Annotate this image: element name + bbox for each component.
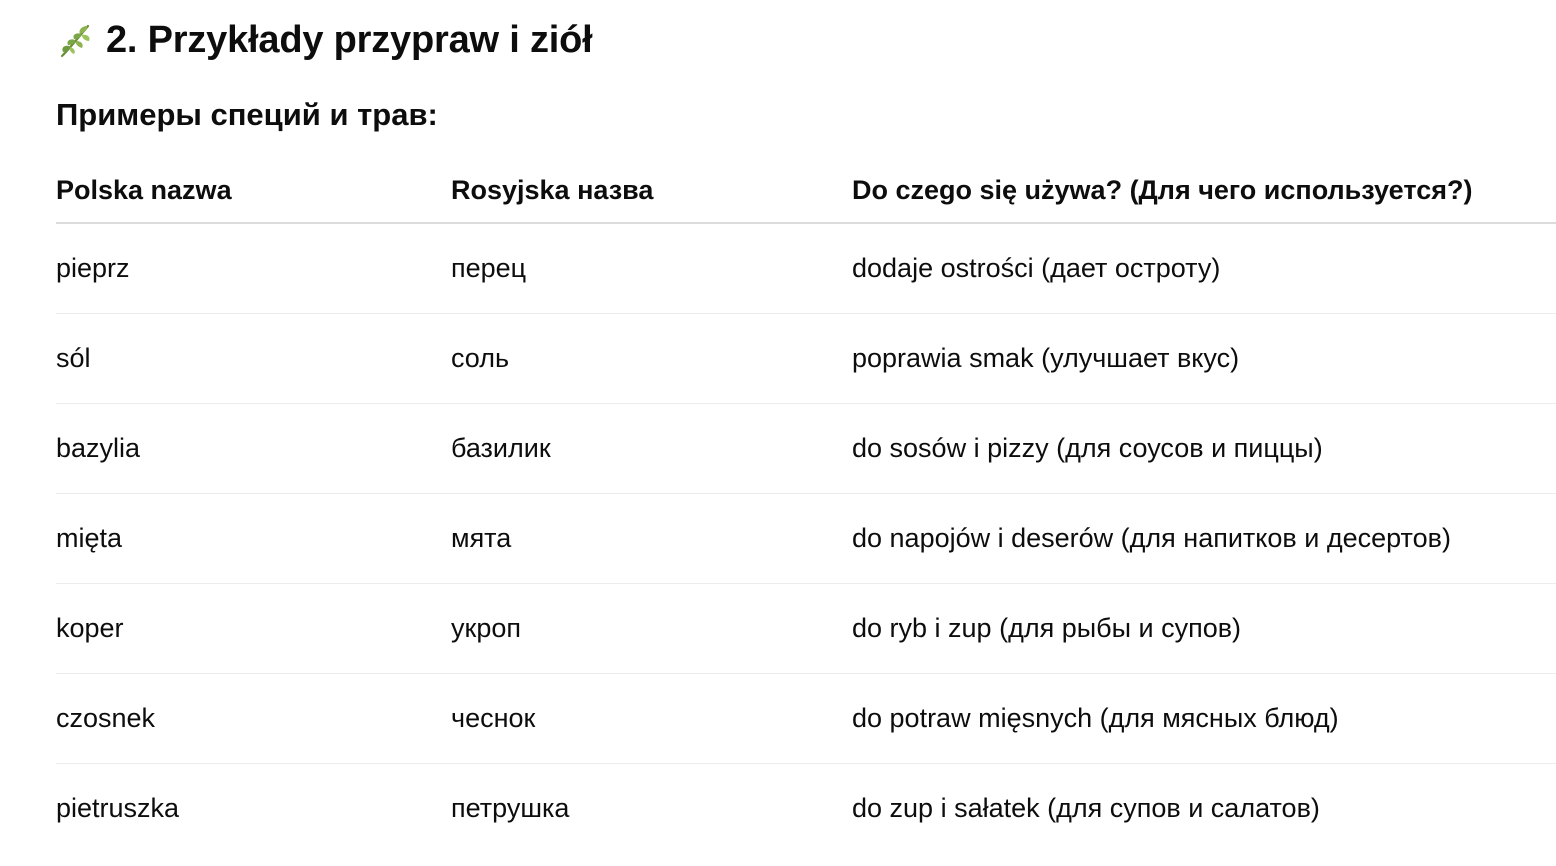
cell-polish-name: pietruszka [56,793,180,823]
cell-usage: do ryb i zup (для рыбы и супов) [852,583,1556,674]
table-row: bazylia базилик do sosów i pizzy (для со… [56,403,1556,494]
column-header-usage: Do czego się używa? (Для чего использует… [852,158,1556,224]
table-header-row: Polska nazwa Rosyjska назва Do czego się… [56,158,1556,224]
cell-russian-name: укроп [451,583,852,674]
cell-usage: do sosów i pizzy (для соусов и пиццы) [852,403,1556,494]
cell-polish-name: bazylia [56,403,451,494]
table-row: sól соль poprawia smak (улучшает вкус) [56,313,1556,404]
cell-polish-name: koper [56,583,451,674]
table-row: pietruszka петрушка do zup i sałatek (дл… [56,764,1556,854]
table-caption: Примеры специй и трав: [56,97,438,132]
cell-usage: do napojów i deserów (для напитков и дес… [852,493,1556,584]
cell-usage: dodaje ostrości (дает остроту) [852,223,1556,314]
spices-table: Polska nazwa Rosyjska назва Do czego się… [56,158,1556,853]
table-row: koper укроп do ryb i zup (для рыбы и суп… [56,583,1556,674]
section-heading: 2. Przykłady przypraw i ziół [56,14,593,66]
cell-russian-name: соль [451,313,852,404]
cell-russian-name: петрушка [451,793,570,823]
cell-polish-name: pieprz [56,223,451,314]
cell-russian-name: базилик [451,403,852,494]
cell-usage: poprawia smak (улучшает вкус) [852,313,1556,404]
cell-russian-name: мята [451,493,852,584]
herb-leaf-icon [60,24,90,58]
cell-russian-name: чеснок [451,673,852,764]
column-header-russian-name: Rosyjska назва [451,158,852,224]
cell-usage: do potraw mięsnych (для мясных блюд) [852,673,1556,764]
column-header-polish-name: Polska nazwa [56,158,451,224]
cell-polish-name: mięta [56,493,451,584]
table-row: pieprz перец dodaje ostrości (дает остро… [56,223,1556,314]
table-row: czosnek чеснок do potraw mięsnych (для м… [56,673,1556,764]
table-row: mięta мята do napojów i deserów (для нап… [56,493,1556,584]
cell-polish-name: sól [56,313,451,404]
cell-russian-name: перец [451,223,852,314]
cell-polish-name: czosnek [56,673,451,764]
cell-usage: do zup i sałatek (для супов и салатов) [852,793,1320,823]
section-title: 2. Przykłady przypraw i ziół [106,18,593,61]
